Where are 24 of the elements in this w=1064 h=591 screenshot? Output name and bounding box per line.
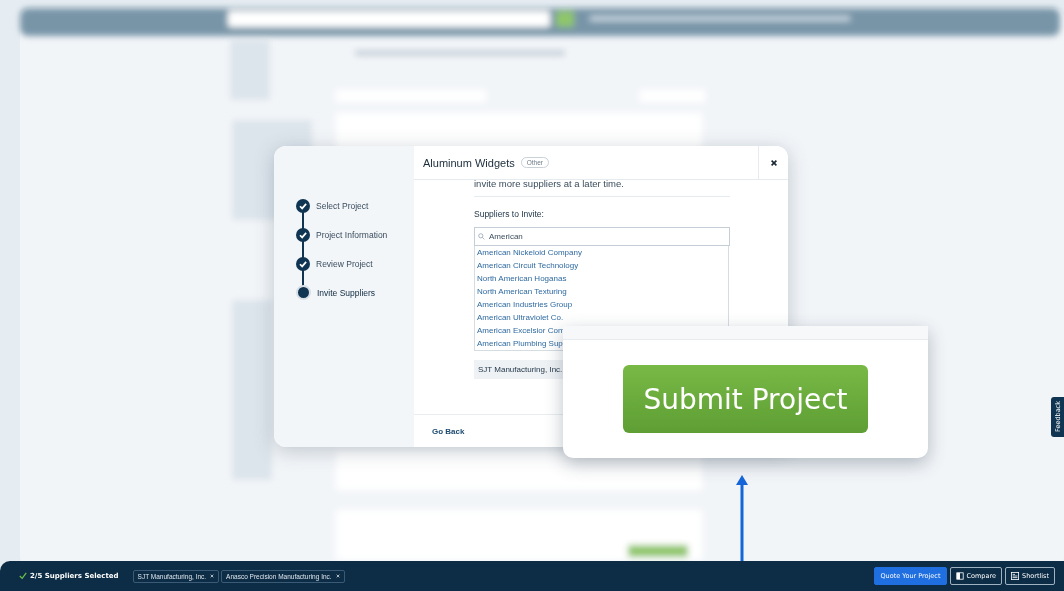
suggestion-item[interactable]: American Ultraviolet Co.: [477, 313, 564, 322]
field-label: Suppliers to Invite:: [474, 209, 545, 219]
step-label[interactable]: Invite Suppliers: [317, 287, 376, 298]
remove-icon[interactable]: [210, 574, 215, 578]
suggestion-item[interactable]: American Nickeloid Company: [477, 248, 582, 257]
suggestion-item[interactable]: American Plumbing Sup: [477, 339, 563, 348]
check-icon: [19, 572, 27, 580]
suggestion-item[interactable]: American Industries Group: [477, 300, 573, 309]
remove-icon[interactable]: [335, 574, 340, 578]
step-label[interactable]: Project Information: [316, 229, 388, 240]
suggestion-item[interactable]: American Circuit Technology: [477, 261, 579, 270]
close-icon: [769, 158, 778, 167]
search-field[interactable]: American: [474, 227, 730, 246]
project-title: Aluminum Widgets: [423, 156, 515, 169]
intro-text: invite more suppliers at a later time.: [474, 179, 730, 197]
search-icon: [478, 233, 485, 240]
compare-icon: [955, 572, 964, 580]
suggestion-item[interactable]: North American Hoganas: [477, 274, 567, 283]
close-button[interactable]: [758, 146, 788, 179]
list-icon: [1011, 572, 1019, 580]
suggestion-item[interactable]: North American Texturing: [477, 287, 567, 296]
step-label[interactable]: Review Project: [316, 258, 373, 269]
go-back-button[interactable]: Go Back: [432, 424, 465, 438]
step-label[interactable]: Select Project: [316, 200, 369, 211]
